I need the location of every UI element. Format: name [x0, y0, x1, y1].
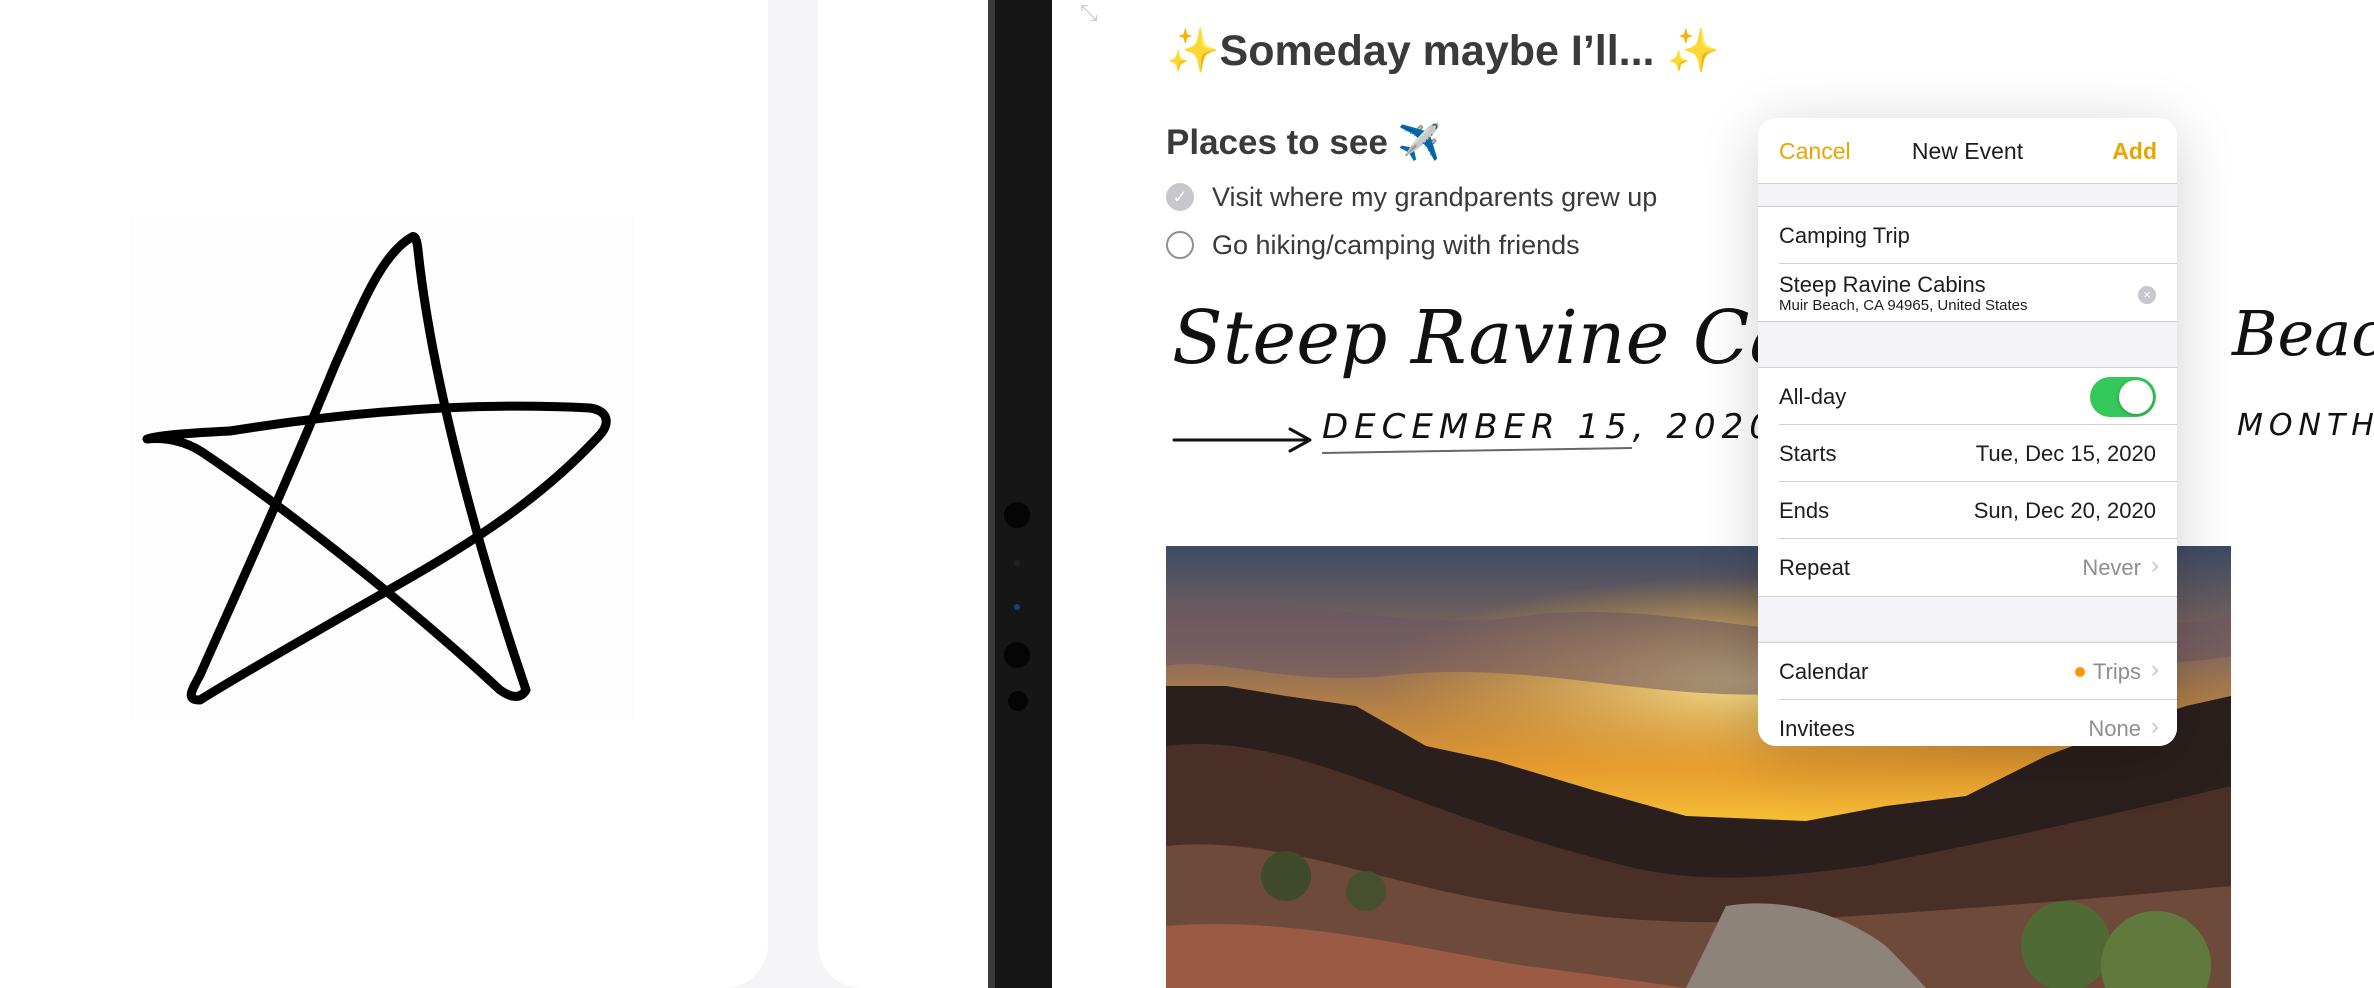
all-day-label: All-day	[1779, 384, 1847, 409]
all-day-toggle[interactable]	[2090, 377, 2156, 417]
repeat-label: Repeat	[1779, 555, 1850, 580]
calendar-value-wrap: Trips	[2074, 659, 2141, 685]
handwritten-arrow-icon	[1172, 427, 1312, 453]
location-address: Muir Beach, CA 94965, United States	[1779, 297, 2028, 314]
all-day-row: All-day	[1779, 368, 2177, 425]
location-field[interactable]: Steep Ravine Cabins Muir Beach, CA 94965…	[1779, 264, 2177, 321]
ends-value[interactable]: Sun, Dec 20, 2020	[1974, 498, 2156, 524]
toggle-knob	[2119, 380, 2153, 414]
section-heading: Places to see ✈️	[1166, 123, 1442, 162]
camera-lens-icon	[1004, 642, 1030, 668]
date-underline	[1321, 447, 1633, 454]
checklist-label: Visit where my grandparents grew up	[1212, 181, 1658, 212]
calendar-label: Calendar	[1779, 659, 1869, 684]
light-sensor-icon	[1014, 604, 1020, 610]
calendar-value: Trips	[2092, 659, 2141, 684]
checklist-item[interactable]: ✓ Visit where my grandparents grew up	[1166, 180, 1657, 214]
checklist-label: Go hiking/camping with friends	[1212, 229, 1580, 260]
star-drawing	[142, 232, 611, 705]
chevron-right-icon: ›	[2151, 552, 2159, 579]
handwriting-beach: Beach	[2231, 297, 2374, 370]
collapse-arrows-icon[interactable]: ⤡	[1080, 0, 1098, 26]
event-title-field[interactable]: Camping Trip	[1779, 207, 2177, 264]
repeat-row[interactable]: Repeat Never ›	[1779, 539, 2177, 596]
checklist-item[interactable]: Go hiking/camping with friends	[1166, 228, 1580, 262]
sensor-dot-icon	[1014, 560, 1020, 566]
device-bezel	[988, 0, 1052, 988]
chevron-right-icon: ›	[2151, 713, 2159, 740]
checkmark-empty-icon[interactable]	[1166, 231, 1194, 259]
starts-label: Starts	[1779, 441, 1837, 466]
new-event-popover: Cancel New Event Add Camping Trip Steep …	[1758, 118, 2177, 746]
popover-header: Cancel New Event Add	[1758, 118, 2177, 184]
ends-label: Ends	[1779, 498, 1830, 523]
ends-row[interactable]: Ends Sun, Dec 20, 2020	[1779, 482, 2177, 539]
chevron-right-icon: ›	[2151, 656, 2159, 683]
checkmark-done-icon[interactable]: ✓	[1166, 183, 1194, 211]
handwriting-months: MONTHS	[2237, 408, 2374, 443]
invitees-label: Invitees	[1779, 716, 1855, 741]
drawing-canvas[interactable]	[130, 215, 635, 720]
starts-row[interactable]: Starts Tue, Dec 15, 2020	[1779, 425, 2177, 482]
bezel-edge	[988, 0, 995, 988]
event-time-group: All-day Starts Tue, Dec 15, 2020 Ends Su…	[1758, 367, 2177, 597]
invitees-value: None	[2088, 716, 2141, 741]
starts-value[interactable]: Tue, Dec 15, 2020	[1976, 441, 2156, 467]
flash-icon	[1008, 691, 1028, 711]
add-button[interactable]: Add	[2112, 138, 2157, 165]
background-card	[818, 0, 988, 988]
event-calendar-group: Calendar Trips › Invitees None ›	[1758, 642, 2177, 746]
invitees-row[interactable]: Invitees None ›	[1779, 700, 2177, 746]
event-title-value[interactable]: Camping Trip	[1779, 223, 1910, 249]
clear-location-icon[interactable]: ×	[2138, 286, 2156, 304]
calendar-row[interactable]: Calendar Trips ›	[1779, 643, 2177, 700]
note-title: ✨Someday maybe I’ll... ✨	[1166, 27, 1720, 75]
camera-sensor-icon	[1004, 502, 1030, 528]
event-details-group: Camping Trip Steep Ravine Cabins Muir Be…	[1758, 206, 2177, 322]
calendar-color-dot-icon	[2074, 667, 2085, 677]
drawing-card	[0, 0, 768, 988]
handwriting-date: DECEMBER 15, 2020	[1322, 407, 1777, 447]
location-name[interactable]: Steep Ravine Cabins	[1779, 272, 1986, 298]
repeat-value: Never	[2082, 555, 2141, 580]
